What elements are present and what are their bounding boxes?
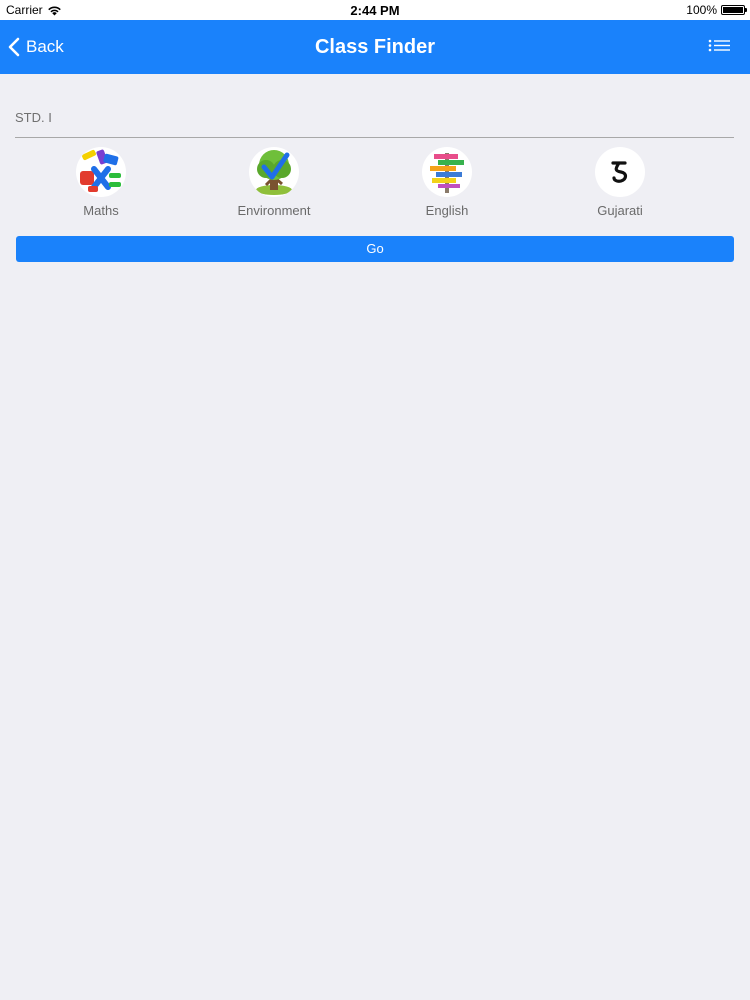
navigation-bar: Back Class Finder <box>0 20 750 74</box>
subject-label: Maths <box>83 203 119 218</box>
chevron-left-icon <box>8 37 20 57</box>
subject-label: English <box>425 203 469 218</box>
menu-button[interactable] <box>708 38 732 56</box>
class-selector[interactable]: STD. I <box>15 110 52 125</box>
subject-list: Maths Environment English Gujarati <box>15 147 707 223</box>
signpost-icon <box>422 147 472 197</box>
battery-icon <box>721 5 747 15</box>
tree-icon <box>249 147 299 197</box>
subject-environment[interactable]: Environment <box>214 147 334 218</box>
status-bar: Carrier 2:44 PM 100% <box>0 0 750 20</box>
back-label: Back <box>26 37 64 56</box>
subject-gujarati[interactable]: Gujarati <box>560 147 680 218</box>
status-right: 100% <box>686 3 747 17</box>
maths-puzzle-icon <box>76 147 126 197</box>
back-button[interactable]: Back <box>8 20 64 74</box>
list-icon <box>708 39 730 52</box>
battery-fill <box>723 7 743 13</box>
subject-english[interactable]: English <box>387 147 507 218</box>
battery-percent: 100% <box>686 3 717 17</box>
subject-label: Gujarati <box>597 203 643 218</box>
status-time: 2:44 PM <box>350 3 400 18</box>
subject-maths[interactable]: Maths <box>41 147 161 218</box>
go-button[interactable]: Go <box>16 236 734 262</box>
divider <box>15 137 734 138</box>
subject-label: Environment <box>237 203 311 218</box>
page-title: Class Finder <box>314 36 436 58</box>
gujarati-letter-icon <box>595 147 645 197</box>
